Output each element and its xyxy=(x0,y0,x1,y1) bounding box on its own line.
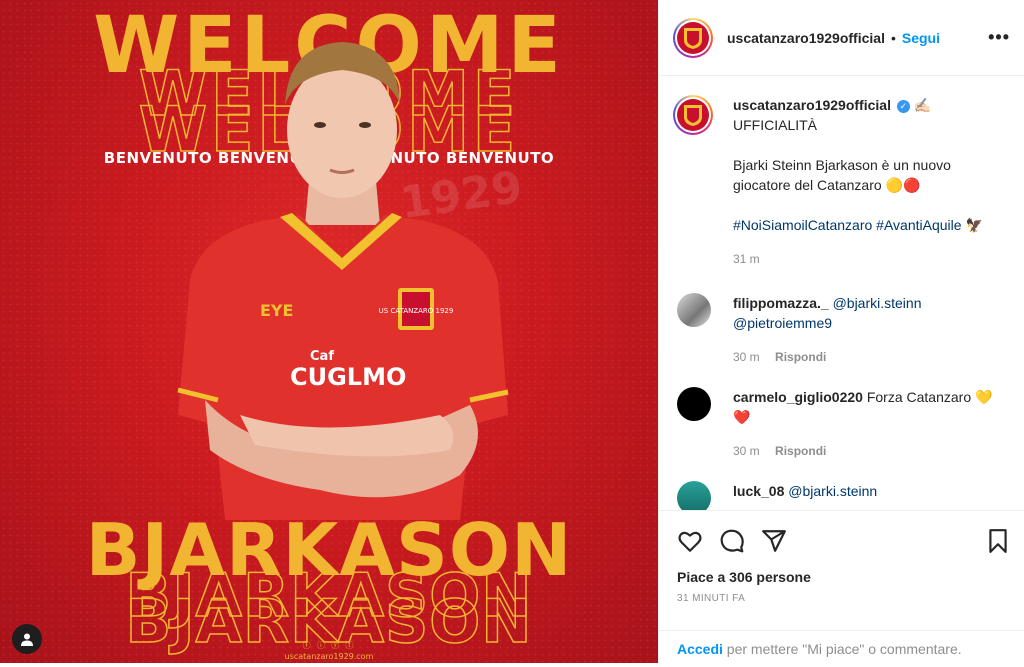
follow-button[interactable]: Segui xyxy=(902,30,940,46)
verified-badge-icon: ✓ xyxy=(896,99,910,113)
caption-title: UFFICIALITÀ xyxy=(733,117,818,133)
comment-time: 30 m xyxy=(733,444,760,458)
login-prompt: Accedi per mettere "Mi piace" o commenta… xyxy=(659,630,1024,667)
jersey-crest: US CATANZARO 1929 xyxy=(379,307,454,315)
comment-username[interactable]: luck_08 xyxy=(733,483,784,499)
like-heart-icon[interactable] xyxy=(677,528,703,554)
save-bookmark-icon[interactable] xyxy=(985,528,1011,554)
post-image[interactable]: 1929 WELCOME WELCOME WELCOME BENVENUTO B… xyxy=(0,0,658,663)
caption-avatar[interactable] xyxy=(673,95,713,135)
caption-username[interactable]: uscatanzaro1929official xyxy=(733,97,891,113)
club-crest-icon xyxy=(677,99,709,131)
more-options-icon[interactable]: ••• xyxy=(988,27,1010,48)
writing-hand-emoji: ✍🏻 xyxy=(913,97,932,113)
post-actions: Piace a 306 persone 31 MINUTI FA xyxy=(659,510,1024,604)
post-header: uscatanzaro1929official • Segui ••• xyxy=(659,0,1024,76)
sponsor-chest: CUGLMO xyxy=(290,363,406,391)
commenter-avatar[interactable] xyxy=(677,387,711,421)
login-prompt-text: per mettere "Mi piace" o commentare. xyxy=(722,641,962,657)
post-timestamp[interactable]: 31 MINUTI FA xyxy=(677,593,1011,604)
eagle-emoji: 🦅 xyxy=(965,217,983,233)
comment-time: 30 m xyxy=(733,350,760,364)
share-send-icon[interactable] xyxy=(761,528,787,554)
club-crest-icon xyxy=(677,21,709,54)
sponsor-small: Caf xyxy=(310,349,334,364)
profile-avatar[interactable] xyxy=(673,17,713,58)
comment-username[interactable]: filippomazza._ xyxy=(733,295,829,311)
reply-button[interactable]: Rispondi xyxy=(775,444,826,458)
comments-list[interactable]: uscatanzaro1929official ✓ ✍🏻 UFFICIALITÀ… xyxy=(659,77,1024,510)
login-link[interactable]: Accedi xyxy=(677,641,723,657)
header-separator: • xyxy=(890,29,896,46)
comment-item: luck_08 @bjarki.steinn xyxy=(673,481,1009,510)
likes-count[interactable]: Piace a 306 persone xyxy=(677,569,1011,585)
comment-item: filippomazza._ @bjarki.steinn @pietroiem… xyxy=(673,293,1009,367)
comment-username[interactable]: carmelo_giglio0220 xyxy=(733,389,863,405)
comment-item: carmelo_giglio0220 Forza Catanzaro 💛❤️ 3… xyxy=(673,387,1009,461)
caption-time: 31 m xyxy=(733,252,760,266)
commenter-avatar[interactable] xyxy=(677,481,711,510)
comment-text[interactable]: @bjarki.steinn xyxy=(788,483,877,499)
comment-icon[interactable] xyxy=(719,528,745,554)
surname-outline-2: BJARKASON xyxy=(125,587,533,657)
social-icons: ⓕ ⓘ ⓨ ⓣ xyxy=(302,641,356,650)
header-username[interactable]: uscatanzaro1929official xyxy=(727,30,885,46)
tagged-users-button[interactable] xyxy=(12,624,42,654)
post-caption: uscatanzaro1929official ✓ ✍🏻 UFFICIALITÀ… xyxy=(673,95,1009,269)
player-illustration: US CATANZARO 1929 EYE Caf CUGLMO xyxy=(177,42,509,520)
user-icon xyxy=(21,633,33,646)
sponsor-logo: EYE xyxy=(260,301,293,320)
post-sidebar: uscatanzaro1929official • Segui ••• usca… xyxy=(658,0,1024,663)
caption-text: Bjarki Steinn Bjarkason è un nuovo gioca… xyxy=(733,157,951,193)
reply-button[interactable]: Rispondi xyxy=(775,350,826,364)
commenter-avatar[interactable] xyxy=(677,293,711,327)
caption-hashtags[interactable]: #NoiSiamoilCatanzaro #AvantiAquile xyxy=(733,217,962,233)
website-url: uscatanzaro1929.com xyxy=(284,652,374,661)
